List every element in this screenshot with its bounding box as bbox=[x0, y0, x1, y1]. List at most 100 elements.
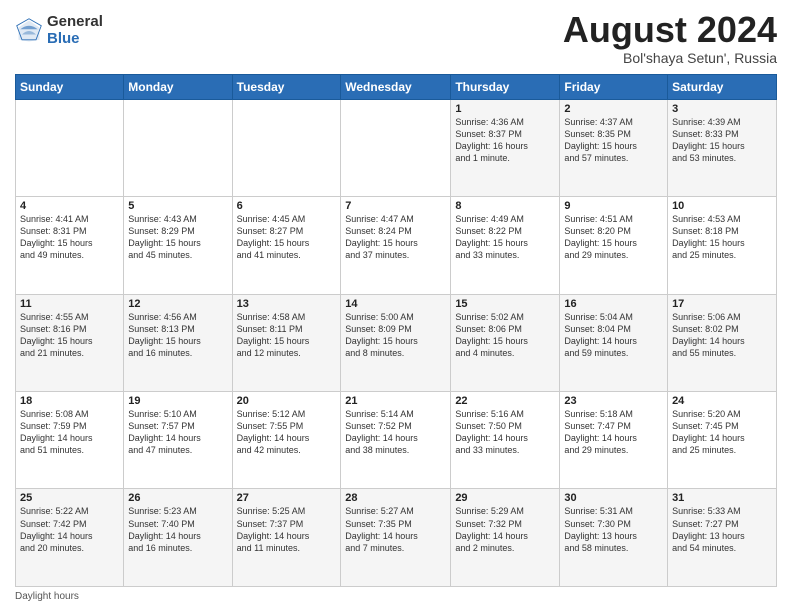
calendar-cell-6: 6Sunrise: 4:45 AM Sunset: 8:27 PM Daylig… bbox=[232, 197, 341, 294]
day-info: Sunrise: 4:55 AM Sunset: 8:16 PM Dayligh… bbox=[20, 311, 119, 360]
day-info: Sunrise: 4:56 AM Sunset: 8:13 PM Dayligh… bbox=[128, 311, 227, 360]
daylight-label: Daylight hours bbox=[15, 591, 79, 602]
title-area: August 2024 Bol'shaya Setun', Russia bbox=[563, 10, 777, 66]
day-info: Sunrise: 4:47 AM Sunset: 8:24 PM Dayligh… bbox=[345, 213, 446, 262]
day-number: 24 bbox=[672, 395, 772, 407]
calendar-cell-20: 20Sunrise: 5:12 AM Sunset: 7:55 PM Dayli… bbox=[232, 392, 341, 489]
day-info: Sunrise: 4:36 AM Sunset: 8:37 PM Dayligh… bbox=[455, 116, 555, 165]
day-number: 2 bbox=[564, 103, 663, 115]
day-number: 17 bbox=[672, 298, 772, 310]
calendar-week-1: 1Sunrise: 4:36 AM Sunset: 8:37 PM Daylig… bbox=[16, 99, 777, 196]
calendar-header-row: SundayMondayTuesdayWednesdayThursdayFrid… bbox=[16, 74, 777, 99]
calendar-cell-9: 9Sunrise: 4:51 AM Sunset: 8:20 PM Daylig… bbox=[560, 197, 668, 294]
day-info: Sunrise: 4:39 AM Sunset: 8:33 PM Dayligh… bbox=[672, 116, 772, 165]
calendar-cell-empty bbox=[341, 99, 451, 196]
day-info: Sunrise: 5:31 AM Sunset: 7:30 PM Dayligh… bbox=[564, 505, 663, 554]
day-number: 12 bbox=[128, 298, 227, 310]
day-info: Sunrise: 5:27 AM Sunset: 7:35 PM Dayligh… bbox=[345, 505, 446, 554]
logo-blue-text: Blue bbox=[47, 31, 103, 48]
day-info: Sunrise: 5:04 AM Sunset: 8:04 PM Dayligh… bbox=[564, 311, 663, 360]
calendar-cell-17: 17Sunrise: 5:06 AM Sunset: 8:02 PM Dayli… bbox=[668, 294, 777, 391]
day-number: 20 bbox=[237, 395, 337, 407]
day-info: Sunrise: 4:51 AM Sunset: 8:20 PM Dayligh… bbox=[564, 213, 663, 262]
calendar-cell-5: 5Sunrise: 4:43 AM Sunset: 8:29 PM Daylig… bbox=[124, 197, 232, 294]
weekday-header-thursday: Thursday bbox=[451, 74, 560, 99]
calendar-cell-14: 14Sunrise: 5:00 AM Sunset: 8:09 PM Dayli… bbox=[341, 294, 451, 391]
day-number: 16 bbox=[564, 298, 663, 310]
day-info: Sunrise: 5:02 AM Sunset: 8:06 PM Dayligh… bbox=[455, 311, 555, 360]
day-info: Sunrise: 4:43 AM Sunset: 8:29 PM Dayligh… bbox=[128, 213, 227, 262]
calendar-cell-30: 30Sunrise: 5:31 AM Sunset: 7:30 PM Dayli… bbox=[560, 489, 668, 587]
day-number: 11 bbox=[20, 298, 119, 310]
day-number: 25 bbox=[20, 492, 119, 504]
calendar-cell-22: 22Sunrise: 5:16 AM Sunset: 7:50 PM Dayli… bbox=[451, 392, 560, 489]
logo-general-text: General bbox=[47, 14, 103, 31]
calendar-cell-15: 15Sunrise: 5:02 AM Sunset: 8:06 PM Dayli… bbox=[451, 294, 560, 391]
footer: Daylight hours bbox=[15, 591, 777, 602]
day-info: Sunrise: 4:58 AM Sunset: 8:11 PM Dayligh… bbox=[237, 311, 337, 360]
calendar-table: SundayMondayTuesdayWednesdayThursdayFrid… bbox=[15, 74, 777, 587]
day-info: Sunrise: 4:53 AM Sunset: 8:18 PM Dayligh… bbox=[672, 213, 772, 262]
calendar-week-2: 4Sunrise: 4:41 AM Sunset: 8:31 PM Daylig… bbox=[16, 197, 777, 294]
calendar-cell-25: 25Sunrise: 5:22 AM Sunset: 7:42 PM Dayli… bbox=[16, 489, 124, 587]
calendar-cell-13: 13Sunrise: 4:58 AM Sunset: 8:11 PM Dayli… bbox=[232, 294, 341, 391]
day-number: 6 bbox=[237, 200, 337, 212]
calendar-cell-7: 7Sunrise: 4:47 AM Sunset: 8:24 PM Daylig… bbox=[341, 197, 451, 294]
day-number: 22 bbox=[455, 395, 555, 407]
calendar-cell-24: 24Sunrise: 5:20 AM Sunset: 7:45 PM Dayli… bbox=[668, 392, 777, 489]
day-number: 29 bbox=[455, 492, 555, 504]
day-info: Sunrise: 4:41 AM Sunset: 8:31 PM Dayligh… bbox=[20, 213, 119, 262]
calendar-cell-empty bbox=[16, 99, 124, 196]
day-number: 7 bbox=[345, 200, 446, 212]
day-number: 27 bbox=[237, 492, 337, 504]
calendar-cell-29: 29Sunrise: 5:29 AM Sunset: 7:32 PM Dayli… bbox=[451, 489, 560, 587]
location: Bol'shaya Setun', Russia bbox=[563, 50, 777, 66]
weekday-header-tuesday: Tuesday bbox=[232, 74, 341, 99]
calendar-cell-31: 31Sunrise: 5:33 AM Sunset: 7:27 PM Dayli… bbox=[668, 489, 777, 587]
day-info: Sunrise: 5:23 AM Sunset: 7:40 PM Dayligh… bbox=[128, 505, 227, 554]
day-number: 14 bbox=[345, 298, 446, 310]
day-info: Sunrise: 5:33 AM Sunset: 7:27 PM Dayligh… bbox=[672, 505, 772, 554]
calendar-cell-23: 23Sunrise: 5:18 AM Sunset: 7:47 PM Dayli… bbox=[560, 392, 668, 489]
calendar-cell-18: 18Sunrise: 5:08 AM Sunset: 7:59 PM Dayli… bbox=[16, 392, 124, 489]
day-number: 9 bbox=[564, 200, 663, 212]
day-number: 19 bbox=[128, 395, 227, 407]
day-info: Sunrise: 5:08 AM Sunset: 7:59 PM Dayligh… bbox=[20, 408, 119, 457]
calendar-cell-19: 19Sunrise: 5:10 AM Sunset: 7:57 PM Dayli… bbox=[124, 392, 232, 489]
calendar-cell-3: 3Sunrise: 4:39 AM Sunset: 8:33 PM Daylig… bbox=[668, 99, 777, 196]
weekday-header-saturday: Saturday bbox=[668, 74, 777, 99]
calendar-week-3: 11Sunrise: 4:55 AM Sunset: 8:16 PM Dayli… bbox=[16, 294, 777, 391]
day-info: Sunrise: 5:22 AM Sunset: 7:42 PM Dayligh… bbox=[20, 505, 119, 554]
day-number: 21 bbox=[345, 395, 446, 407]
calendar-week-5: 25Sunrise: 5:22 AM Sunset: 7:42 PM Dayli… bbox=[16, 489, 777, 587]
calendar-cell-21: 21Sunrise: 5:14 AM Sunset: 7:52 PM Dayli… bbox=[341, 392, 451, 489]
calendar-cell-8: 8Sunrise: 4:49 AM Sunset: 8:22 PM Daylig… bbox=[451, 197, 560, 294]
calendar-cell-16: 16Sunrise: 5:04 AM Sunset: 8:04 PM Dayli… bbox=[560, 294, 668, 391]
weekday-header-monday: Monday bbox=[124, 74, 232, 99]
day-number: 15 bbox=[455, 298, 555, 310]
weekday-header-sunday: Sunday bbox=[16, 74, 124, 99]
weekday-header-wednesday: Wednesday bbox=[341, 74, 451, 99]
day-number: 4 bbox=[20, 200, 119, 212]
calendar-cell-11: 11Sunrise: 4:55 AM Sunset: 8:16 PM Dayli… bbox=[16, 294, 124, 391]
day-number: 26 bbox=[128, 492, 227, 504]
day-info: Sunrise: 5:12 AM Sunset: 7:55 PM Dayligh… bbox=[237, 408, 337, 457]
day-number: 18 bbox=[20, 395, 119, 407]
calendar-cell-1: 1Sunrise: 4:36 AM Sunset: 8:37 PM Daylig… bbox=[451, 99, 560, 196]
calendar-cell-28: 28Sunrise: 5:27 AM Sunset: 7:35 PM Dayli… bbox=[341, 489, 451, 587]
day-number: 3 bbox=[672, 103, 772, 115]
calendar-cell-2: 2Sunrise: 4:37 AM Sunset: 8:35 PM Daylig… bbox=[560, 99, 668, 196]
day-info: Sunrise: 5:29 AM Sunset: 7:32 PM Dayligh… bbox=[455, 505, 555, 554]
calendar-cell-26: 26Sunrise: 5:23 AM Sunset: 7:40 PM Dayli… bbox=[124, 489, 232, 587]
day-info: Sunrise: 5:25 AM Sunset: 7:37 PM Dayligh… bbox=[237, 505, 337, 554]
calendar-cell-12: 12Sunrise: 4:56 AM Sunset: 8:13 PM Dayli… bbox=[124, 294, 232, 391]
day-info: Sunrise: 5:18 AM Sunset: 7:47 PM Dayligh… bbox=[564, 408, 663, 457]
calendar-cell-4: 4Sunrise: 4:41 AM Sunset: 8:31 PM Daylig… bbox=[16, 197, 124, 294]
header: General Blue August 2024 Bol'shaya Setun… bbox=[15, 10, 777, 66]
day-info: Sunrise: 5:06 AM Sunset: 8:02 PM Dayligh… bbox=[672, 311, 772, 360]
day-number: 30 bbox=[564, 492, 663, 504]
day-info: Sunrise: 5:20 AM Sunset: 7:45 PM Dayligh… bbox=[672, 408, 772, 457]
day-info: Sunrise: 5:16 AM Sunset: 7:50 PM Dayligh… bbox=[455, 408, 555, 457]
day-number: 5 bbox=[128, 200, 227, 212]
logo: General Blue bbox=[15, 14, 103, 47]
